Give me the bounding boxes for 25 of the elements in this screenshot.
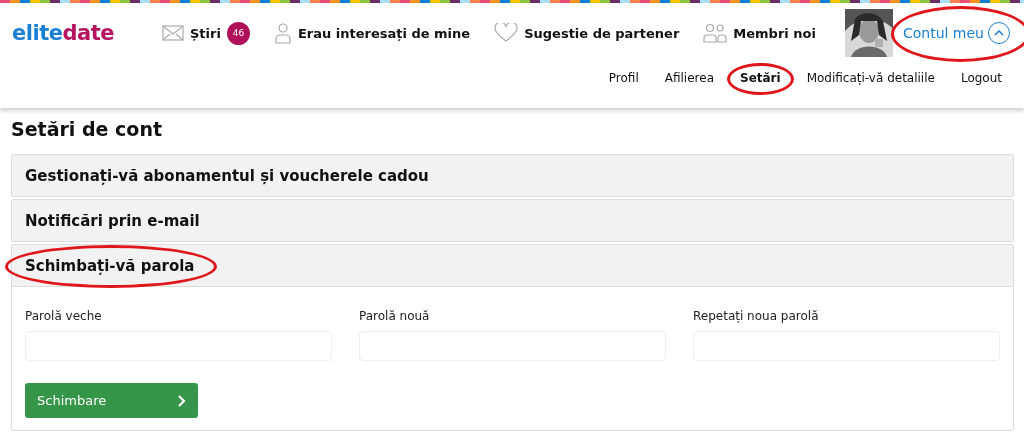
submenu-link[interactable]: Afilierea xyxy=(664,71,714,85)
account-menu-button[interactable]: Contul meu xyxy=(898,18,1014,48)
envelope-icon xyxy=(162,25,184,41)
nav-link[interactable]: Știri xyxy=(162,25,221,41)
section-title[interactable]: Schimbați-vă parola xyxy=(25,256,195,275)
change-button[interactable]: Schimbare xyxy=(25,383,198,418)
section-title[interactable]: Notificări prin e-mail xyxy=(25,211,200,230)
submenu-link[interactable]: Profil xyxy=(608,71,639,85)
person-icon xyxy=(273,22,292,44)
field-label: Repetați noua parolă xyxy=(693,309,820,323)
logo[interactable]: elitedate xyxy=(12,21,162,45)
people-icon xyxy=(703,23,728,43)
submenu-link[interactable]: Modificați-vă detaliile xyxy=(806,71,935,85)
page-title: Setări de cont xyxy=(11,118,163,140)
submenu-link[interactable]: Logout xyxy=(960,71,1002,85)
field-label: Parolă veche xyxy=(25,309,103,323)
submenu-link[interactable]: Setări xyxy=(740,71,781,85)
nav-link[interactable]: Sugestie de partener xyxy=(494,23,680,43)
heart-icon xyxy=(494,23,519,43)
section-title[interactable]: Gestionați-vă abonamentul și voucherele cadou xyxy=(25,166,429,185)
field-label: Parolă nouă xyxy=(359,309,431,323)
chevron-right-icon xyxy=(177,393,186,408)
count-badge: 46 xyxy=(226,21,250,45)
nav-link[interactable]: Membri noi xyxy=(703,23,816,43)
nav-link[interactable]: Erau interesați de mine xyxy=(273,22,471,44)
